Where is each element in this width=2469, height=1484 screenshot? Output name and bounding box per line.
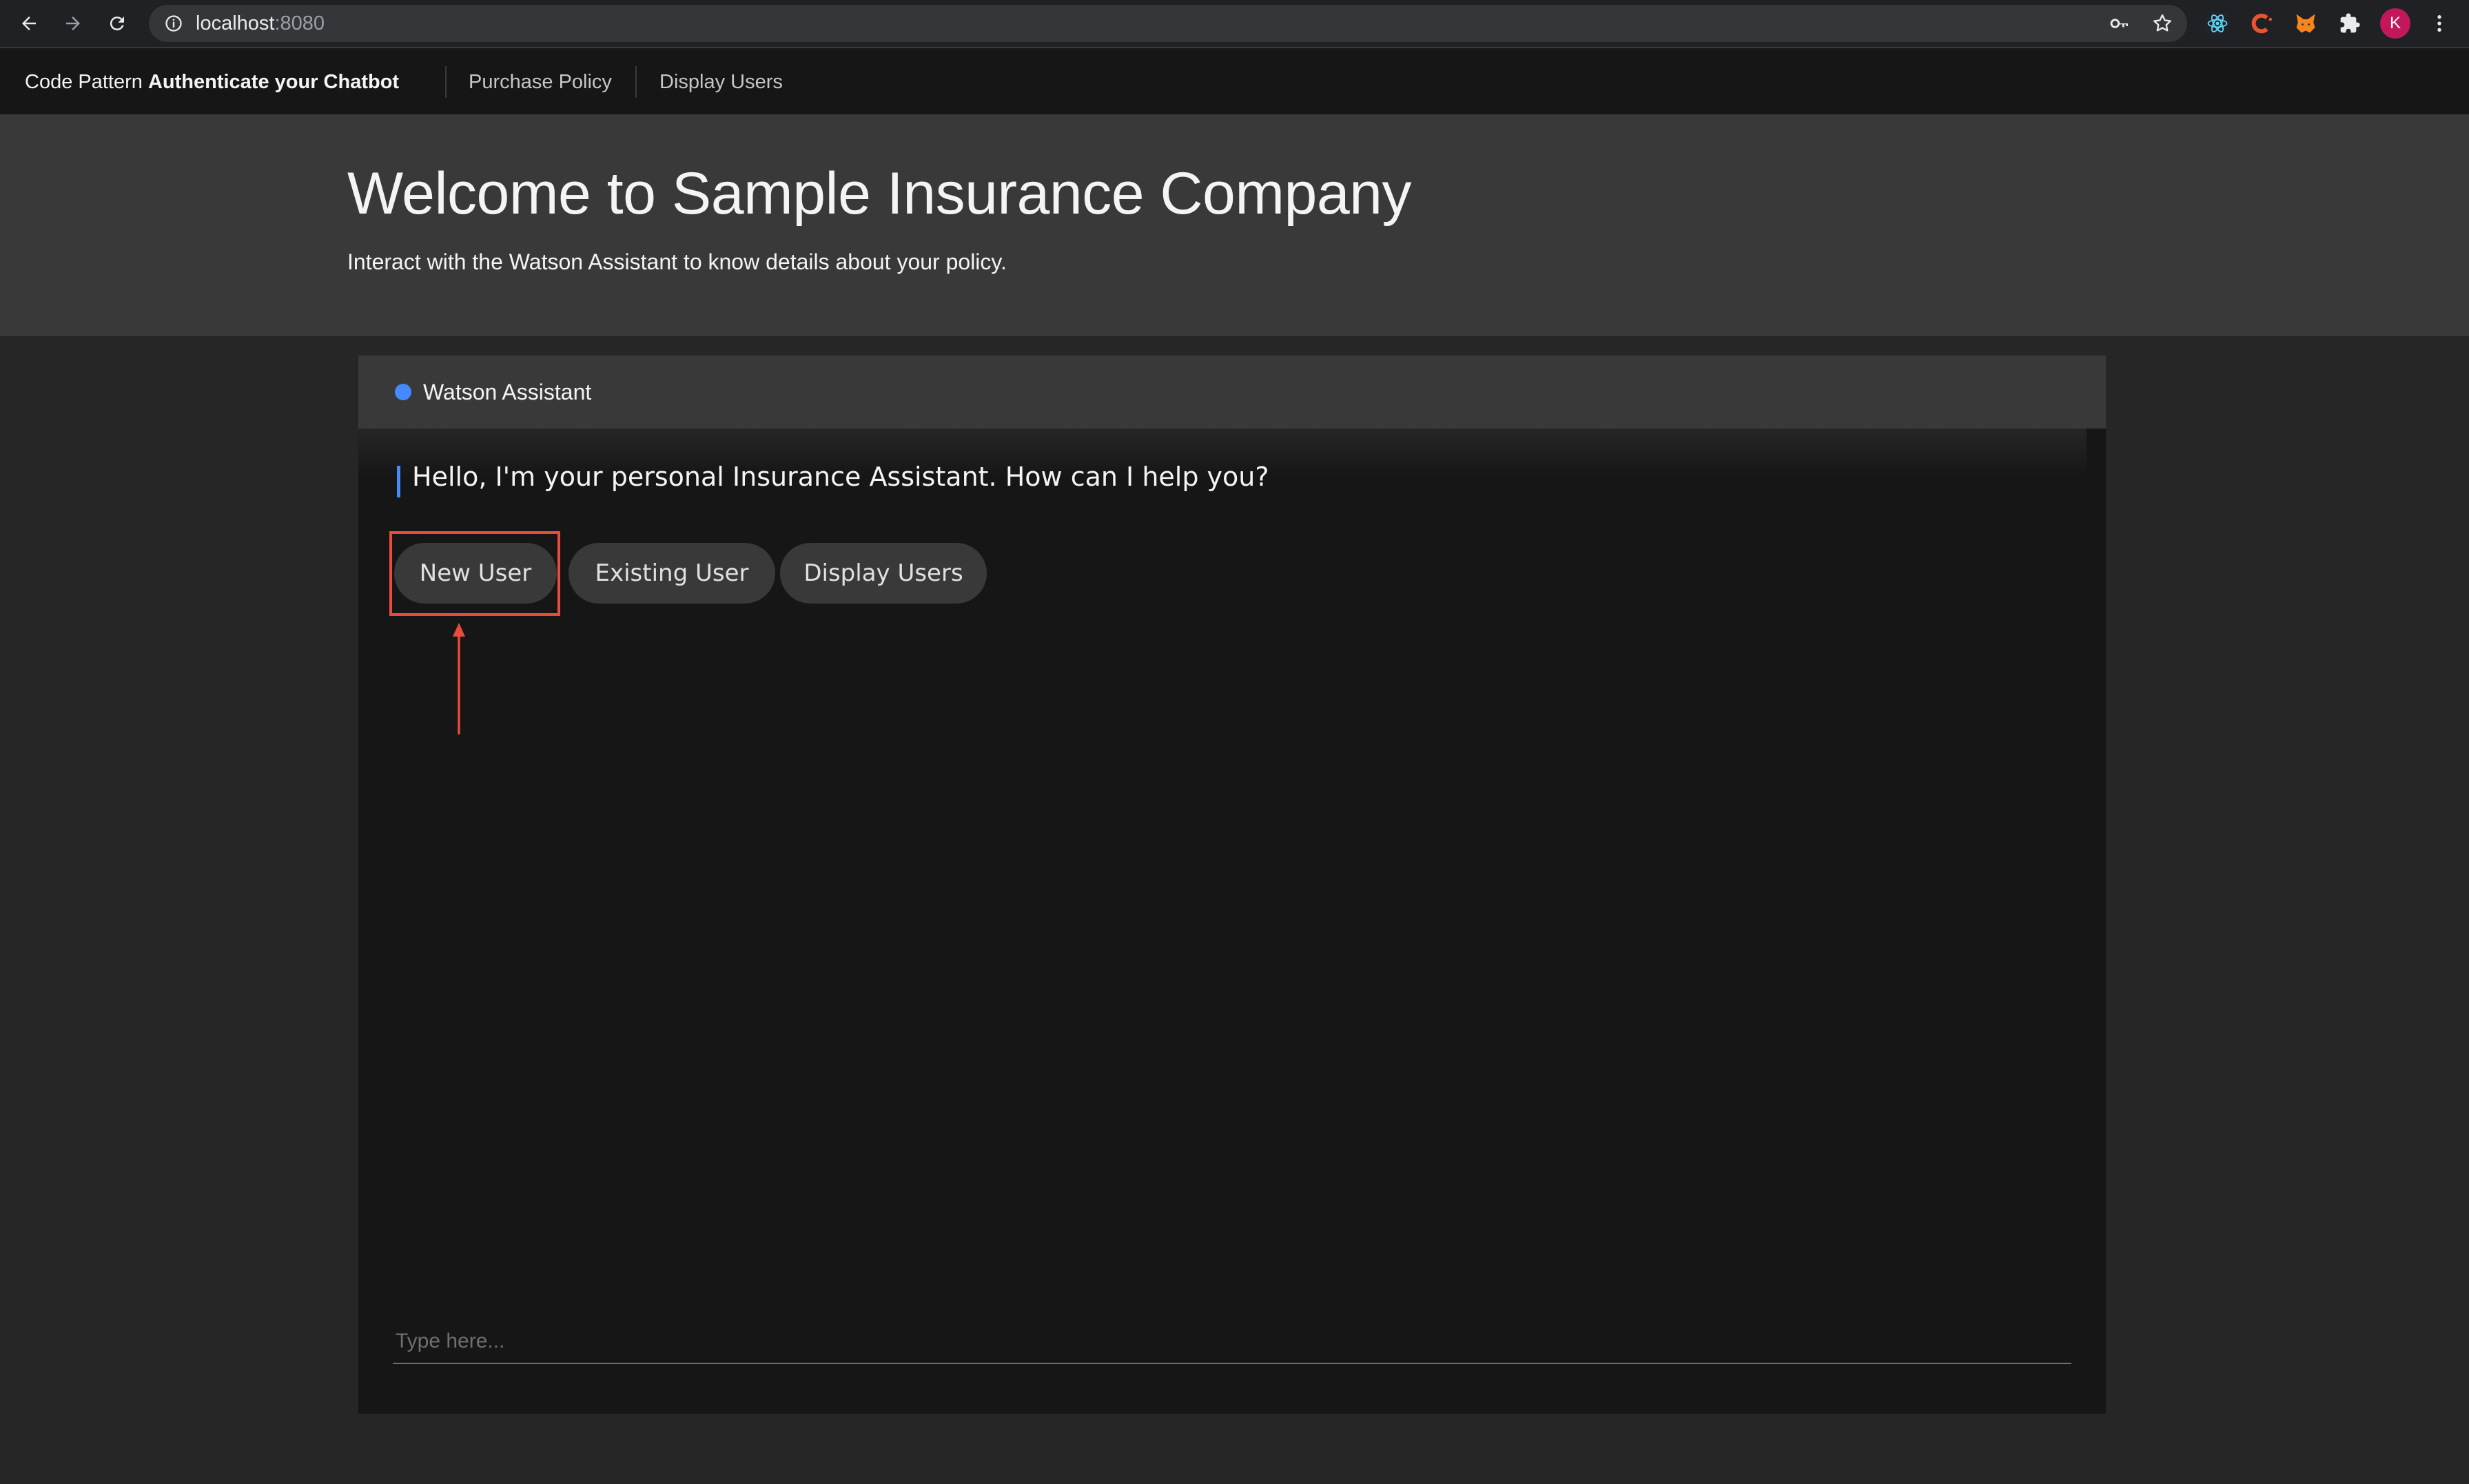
chat-panel: Watson Assistant Hello, I'm your persona… — [358, 355, 2106, 1414]
brand-name[interactable]: Code Pattern Authenticate your Chatbot — [25, 48, 399, 116]
bookmark-star-icon[interactable] — [2151, 12, 2173, 38]
more-menu-icon[interactable] — [2424, 8, 2455, 39]
app-header: Code Pattern Authenticate your Chatbot P… — [0, 47, 2469, 114]
existing-user-button[interactable]: Existing User — [568, 543, 775, 604]
info-icon[interactable] — [164, 14, 183, 37]
header-divider — [445, 66, 447, 98]
status-dot-icon — [395, 384, 411, 400]
address-bar[interactable]: localhost:8080 — [149, 5, 2187, 42]
metamask-fox-icon[interactable] — [2291, 8, 2321, 39]
browser-toolbar: localhost:8080 K — [0, 0, 2469, 47]
back-arrow-icon[interactable] — [12, 7, 45, 40]
message-accent-bar — [397, 466, 400, 497]
forward-arrow-icon[interactable] — [57, 7, 90, 40]
extensions-puzzle-icon[interactable] — [2335, 8, 2365, 39]
chat-title: Watson Assistant — [423, 380, 592, 404]
page-subtitle: Interact with the Watson Assistant to kn… — [347, 249, 1007, 274]
brand-title: Authenticate your Chatbot — [147, 71, 400, 93]
assistant-message: Hello, I'm your personal Insurance Assis… — [412, 462, 1269, 492]
key-icon[interactable] — [2109, 12, 2131, 38]
annotation-highlight-box — [389, 531, 560, 616]
nav-link-purchase-policy[interactable]: Purchase Policy — [469, 48, 612, 116]
react-devtools-extension-icon[interactable] — [2202, 8, 2233, 39]
brand-prefix: Code Pattern — [25, 71, 148, 93]
hero-banner: Welcome to Sample Insurance Company Inte… — [0, 114, 2469, 336]
chat-message-input[interactable] — [393, 1320, 2071, 1364]
page-title: Welcome to Sample Insurance Company — [347, 161, 1411, 227]
profile-avatar[interactable]: K — [2380, 8, 2410, 39]
url-text: localhost:8080 — [196, 12, 325, 34]
chat-header: Watson Assistant — [358, 355, 2106, 429]
c-extension-icon[interactable] — [2246, 8, 2277, 39]
nav-link-display-users[interactable]: Display Users — [659, 48, 783, 116]
annotation-arrow-icon — [453, 623, 465, 734]
reload-icon[interactable] — [101, 7, 134, 40]
display-users-button[interactable]: Display Users — [780, 543, 987, 604]
header-divider — [635, 66, 637, 98]
